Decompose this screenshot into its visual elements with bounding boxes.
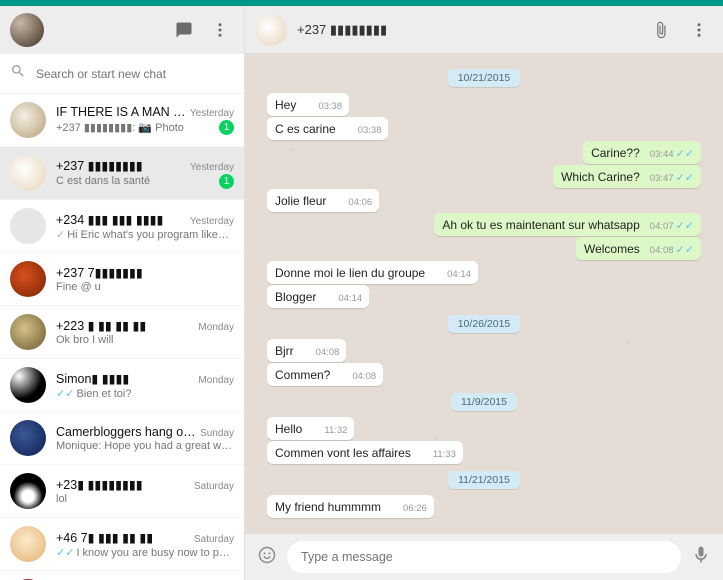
outgoing-message[interactable]: Welcomes04:08✓✓ [576, 237, 701, 260]
incoming-message[interactable]: Hello11:32 [267, 417, 354, 440]
chat-preview: Monique: Hope you had a great weekend [56, 440, 234, 452]
chat-list-item[interactable]: +237 ▮▮▮▮▮▮▮▮ Yesterday C est dans la sant… [0, 147, 244, 200]
date-separator: 10/21/2015 [267, 68, 701, 87]
unread-badge: 1 [219, 120, 234, 135]
compose-bar [245, 534, 723, 580]
chat-time: Monday [198, 375, 234, 386]
date-separator: 11/9/2015 [267, 392, 701, 411]
chat-avatar [10, 526, 46, 562]
chat-avatar [10, 261, 46, 297]
incoming-message[interactable]: Hey03:38 [267, 93, 349, 116]
chat-title: IF THERE IS A MAN TO PR… [56, 105, 186, 119]
chat-title: Simon▮ ▮▮▮▮ [56, 371, 129, 386]
mic-icon[interactable] [691, 545, 711, 570]
incoming-message[interactable]: Bjrr04:08 [267, 339, 346, 362]
chat-avatar [10, 367, 46, 403]
chat-list-item[interactable]: +23▮ ▮▮▮▮▮▮▮▮ Saturday lol [0, 465, 244, 518]
incoming-message[interactable]: My friend hummmm06:26 [267, 495, 434, 518]
menu-icon[interactable] [206, 16, 234, 44]
chat-time: Sunday [200, 428, 234, 439]
chat-title: +237 ▮▮▮▮▮▮▮▮ [56, 158, 143, 173]
chat-avatar [10, 473, 46, 509]
emoji-icon[interactable] [257, 545, 277, 570]
chat-list[interactable]: IF THERE IS A MAN TO PR…Yesterday+237 ▮▮… [0, 94, 244, 580]
chat-preview: ✓✓I know you are busy now to put thin… [56, 546, 234, 559]
date-separator: 10/26/2015 [267, 314, 701, 333]
chat-avatar [10, 420, 46, 456]
outgoing-message[interactable]: Ah ok tu es maintenant sur whatsapp04:07… [434, 213, 701, 236]
read-tick-icon: ✓✓ [56, 388, 74, 400]
chat-time: Monday [198, 322, 234, 333]
conversation-header: +237 ▮▮▮▮▮▮▮▮ [245, 6, 723, 54]
search-bar [0, 54, 244, 94]
chat-preview: C est dans la santé [56, 175, 150, 187]
chat-preview: lol [56, 493, 67, 505]
read-tick-icon: ✓✓ [56, 547, 74, 559]
my-avatar[interactable] [10, 13, 44, 47]
outgoing-message[interactable]: Which Carine?03:47✓✓ [553, 165, 701, 188]
chat-title: +223 ▮ ▮▮ ▮▮ ▮▮ [56, 318, 146, 333]
search-input[interactable] [36, 67, 234, 81]
incoming-message[interactable]: Donne moi le lien du groupe04:14 [267, 261, 478, 284]
chat-avatar [10, 102, 46, 138]
chat-list-item[interactable]: +234 ▮▮▮ ▮▮▮ ▮▮▮▮ Yesterday✓Hi Eric what'… [0, 200, 244, 253]
incoming-message[interactable]: Jolie fleur04:06 [267, 189, 379, 212]
incoming-message[interactable]: Commen?04:08 [267, 363, 383, 386]
contact-name[interactable]: +237 ▮▮▮▮▮▮▮▮ [297, 22, 387, 38]
chat-time: Saturday [194, 534, 234, 545]
outgoing-message[interactable]: Carine??03:44✓✓ [583, 141, 701, 164]
chat-title: +23▮ ▮▮▮▮▮▮▮▮ [56, 477, 143, 492]
incoming-message[interactable]: Commen vont les affaires11:33 [267, 441, 463, 464]
conversation-panel: +237 ▮▮▮▮▮▮▮▮ 10/21/2015 Hey03:38 C es c… [245, 0, 723, 580]
chat-title: +237 7▮▮▮▮▮▮▮ [56, 265, 143, 280]
incoming-message[interactable]: Blogger04:14 [267, 285, 369, 308]
chat-title: +234 ▮▮▮ ▮▮▮ ▮▮▮▮ [56, 212, 163, 227]
chat-list-item[interactable]: Bloggers ForumSaturdayMonique: Couldnt m… [0, 571, 244, 580]
attach-icon[interactable] [647, 16, 675, 44]
unread-badge: 1 [219, 174, 234, 189]
read-tick-icon: ✓✓ [676, 149, 694, 160]
date-separator: 11/21/2015 [267, 470, 701, 489]
contact-avatar[interactable] [255, 14, 287, 46]
chat-avatar [10, 155, 46, 191]
chat-time: Yesterday [190, 216, 234, 227]
chat-preview: ✓Hi Eric what's you program like? I'll b… [56, 228, 234, 241]
chat-avatar [10, 208, 46, 244]
chat-list-item[interactable]: Camerbloggers hang outcry SundayMonique: … [0, 412, 244, 465]
sidebar-header [0, 6, 244, 54]
messages-area[interactable]: 10/21/2015 Hey03:38 C es carine03:38 Car… [245, 54, 723, 534]
conversation-menu-icon[interactable] [685, 16, 713, 44]
chat-time: Yesterday [190, 108, 234, 119]
chat-time: Saturday [194, 481, 234, 492]
read-tick-icon: ✓✓ [676, 173, 694, 184]
chat-list-item[interactable]: +237 7▮▮▮▮▮▮▮Fine @ u [0, 253, 244, 306]
chat-preview: Ok bro I will [56, 334, 113, 346]
sent-tick-icon: ✓ [56, 229, 65, 241]
chat-title: +46 7▮ ▮▮▮ ▮▮ ▮▮ [56, 530, 153, 545]
chat-list-item[interactable]: +46 7▮ ▮▮▮ ▮▮ ▮▮ Saturday✓✓I know you are… [0, 518, 244, 571]
chat-list-item[interactable]: Simon▮ ▮▮▮▮ Monday ✓✓Bien et toi? [0, 359, 244, 412]
chat-preview: +237 ▮▮▮▮▮▮▮▮: 📷 Photo [56, 121, 184, 134]
chat-title: Camerbloggers hang outcry [56, 425, 196, 439]
read-tick-icon: ✓✓ [676, 221, 694, 232]
search-icon [10, 63, 26, 84]
chat-time: Yesterday [190, 162, 234, 173]
read-tick-icon: ✓✓ [676, 245, 694, 256]
chat-preview: ✓✓Bien et toi? [56, 387, 131, 400]
chat-list-item[interactable]: +223 ▮ ▮▮ ▮▮ ▮▮ Monday Ok bro I will [0, 306, 244, 359]
incoming-message[interactable]: C es carine03:38 [267, 117, 388, 140]
chat-avatar [10, 314, 46, 350]
sidebar: IF THERE IS A MAN TO PR…Yesterday+237 ▮▮… [0, 0, 245, 580]
new-chat-icon[interactable] [170, 16, 198, 44]
chat-list-item[interactable]: IF THERE IS A MAN TO PR… Yesterday +237 ▮▮… [0, 94, 244, 147]
message-input[interactable] [287, 541, 681, 573]
chat-preview: Fine @ u [56, 281, 101, 293]
